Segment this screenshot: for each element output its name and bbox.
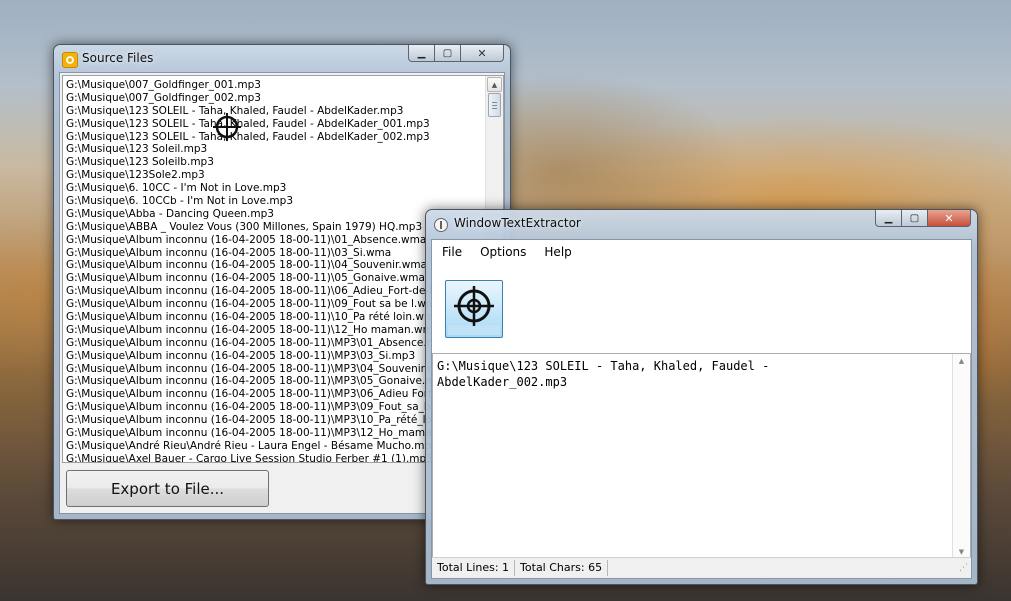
list-item: G:\Musique\Album inconnu (16-04-2005 18-… xyxy=(66,246,392,259)
list-item: G:\Musique\Abba - Dancing Queen.mp3 xyxy=(66,207,274,220)
list-item: G:\Musique\123 Soleilb.mp3 xyxy=(66,156,214,169)
list-lines: G:\Musique\007_Goldfinger_001.mp3 G:\Musi… xyxy=(64,79,504,463)
list-item: G:\Musique\007_Goldfinger_001.mp3 xyxy=(66,79,261,91)
close-button[interactable]: ✕ xyxy=(461,45,504,62)
extracted-text-box[interactable]: G:\Musique\123 SOLEIL - Taha, Khaled, Fa… xyxy=(432,353,971,560)
list-item: G:\Musique\Album inconnu (16-04-2005 18-… xyxy=(66,336,451,349)
menu-file[interactable]: File xyxy=(442,245,462,259)
scroll-up-icon: ▲ xyxy=(491,80,498,89)
crosshair-cursor-icon xyxy=(212,112,242,142)
list-item: G:\Musique\123 SOLEIL - Taha, Khaled, Fa… xyxy=(66,117,430,130)
list-item: G:\Musique\Album inconnu (16-04-2005 18-… xyxy=(66,375,449,388)
close-icon: ✕ xyxy=(477,46,487,60)
list-item: G:\Musique\Album inconnu (16-04-2005 18-… xyxy=(66,362,451,375)
list-item: G:\Musique\123 SOLEIL - Taha, Khaled, Fa… xyxy=(66,104,404,117)
extractor-app-icon xyxy=(434,218,448,232)
scroll-up-icon[interactable]: ▲ xyxy=(953,354,970,368)
menu-options[interactable]: Options xyxy=(480,245,526,259)
minimize-icon: ▁ xyxy=(417,47,426,59)
list-item: G:\Musique\Album inconnu (16-04-2005 18-… xyxy=(66,427,466,440)
list-item: G:\Musique\Album inconnu (16-04-2005 18-… xyxy=(66,388,504,401)
crosshair-target-icon xyxy=(448,286,500,335)
list-item: G:\Musique\ABBA _ Voulez Vous (300 Millo… xyxy=(66,220,423,233)
list-item: G:\Musique\123 Soleil.mp3 xyxy=(66,143,208,156)
window-text-extractor-window: WindowTextExtractor ▁ ▢ ✕ File Options H… xyxy=(425,209,978,585)
extracted-text: G:\Musique\123 SOLEIL - Taha, Khaled, Fa… xyxy=(437,359,770,389)
maximize-icon: ▢ xyxy=(442,47,453,59)
scroll-thumb[interactable] xyxy=(488,93,501,117)
list-item: G:\Musique\Axel Bauer - Cargo Live Sessi… xyxy=(66,452,433,463)
list-item: G:\Musique\123Sole2.mp3 xyxy=(66,169,205,182)
status-bar: Total Lines: 1 Total Chars: 65 ⋰ xyxy=(432,557,971,578)
crosshair-target-button[interactable] xyxy=(445,280,503,338)
source-files-titlebar[interactable]: Source Files ▁ ▢ ✕ xyxy=(54,45,510,73)
export-to-file-button[interactable]: Export to File... xyxy=(66,470,269,507)
list-item: G:\Musique\6. 10CC - I'm Not in Love.mp3 xyxy=(66,182,287,195)
extractor-title: WindowTextExtractor xyxy=(454,216,581,230)
list-item: G:\Musique\Album inconnu (16-04-2005 18-… xyxy=(66,349,416,362)
source-files-app-icon xyxy=(62,52,78,68)
list-item: G:\Musique\Album inconnu (16-04-2005 18-… xyxy=(66,259,427,272)
list-item: G:\Musique\007_Goldfinger_002.mp3 xyxy=(66,91,261,104)
list-item: G:\Musique\Album inconnu (16-04-2005 18-… xyxy=(66,323,440,336)
list-item: G:\Musique\6. 10CCb - I'm Not in Love.mp… xyxy=(66,195,294,208)
list-item: G:\Musique\Album inconnu (16-04-2005 18-… xyxy=(66,414,469,427)
list-item: G:\Musique\Album inconnu (16-04-2005 18-… xyxy=(66,272,425,285)
list-item: G:\Musique\Album inconnu (16-04-2005 18-… xyxy=(66,311,441,324)
maximize-button[interactable]: ▢ xyxy=(435,45,461,62)
resize-grip-icon[interactable]: ⋰ xyxy=(959,563,968,573)
menu-help[interactable]: Help xyxy=(544,245,571,259)
minimize-icon: ▁ xyxy=(884,212,893,224)
maximize-button[interactable]: ▢ xyxy=(902,210,928,227)
source-files-title: Source Files xyxy=(82,51,154,65)
close-button[interactable]: ✕ xyxy=(928,210,971,227)
minimize-button[interactable]: ▁ xyxy=(408,45,435,62)
list-item: G:\Musique\Album inconnu (16-04-2005 18-… xyxy=(66,298,443,311)
extractor-titlebar[interactable]: WindowTextExtractor ▁ ▢ ✕ xyxy=(426,210,977,238)
status-total-lines: Total Lines: 1 xyxy=(432,560,516,576)
extractor-client: File Options Help G:\Musique\123 SOLEIL … xyxy=(431,239,972,579)
list-item: G:\Musique\Album inconnu (16-04-2005 18-… xyxy=(66,401,473,414)
list-item: G:\Musique\Album inconnu (16-04-2005 18-… xyxy=(66,285,493,298)
list-item: G:\Musique\123 SOLEIL - Taha, Khaled, Fa… xyxy=(66,130,430,143)
close-icon: ✕ xyxy=(944,211,954,225)
menu-bar: File Options Help xyxy=(432,240,971,264)
maximize-icon: ▢ xyxy=(909,212,920,224)
list-item: G:\Musique\Album inconnu (16-04-2005 18-… xyxy=(66,233,427,246)
scroll-up-button[interactable]: ▲ xyxy=(487,77,502,92)
text-vscrollbar[interactable]: ▲ ▼ xyxy=(952,354,970,559)
minimize-button[interactable]: ▁ xyxy=(875,210,902,227)
status-total-chars: Total Chars: 65 xyxy=(515,560,609,576)
list-item: G:\Musique\André Rieu\André Rieu - Laura… xyxy=(66,439,438,452)
